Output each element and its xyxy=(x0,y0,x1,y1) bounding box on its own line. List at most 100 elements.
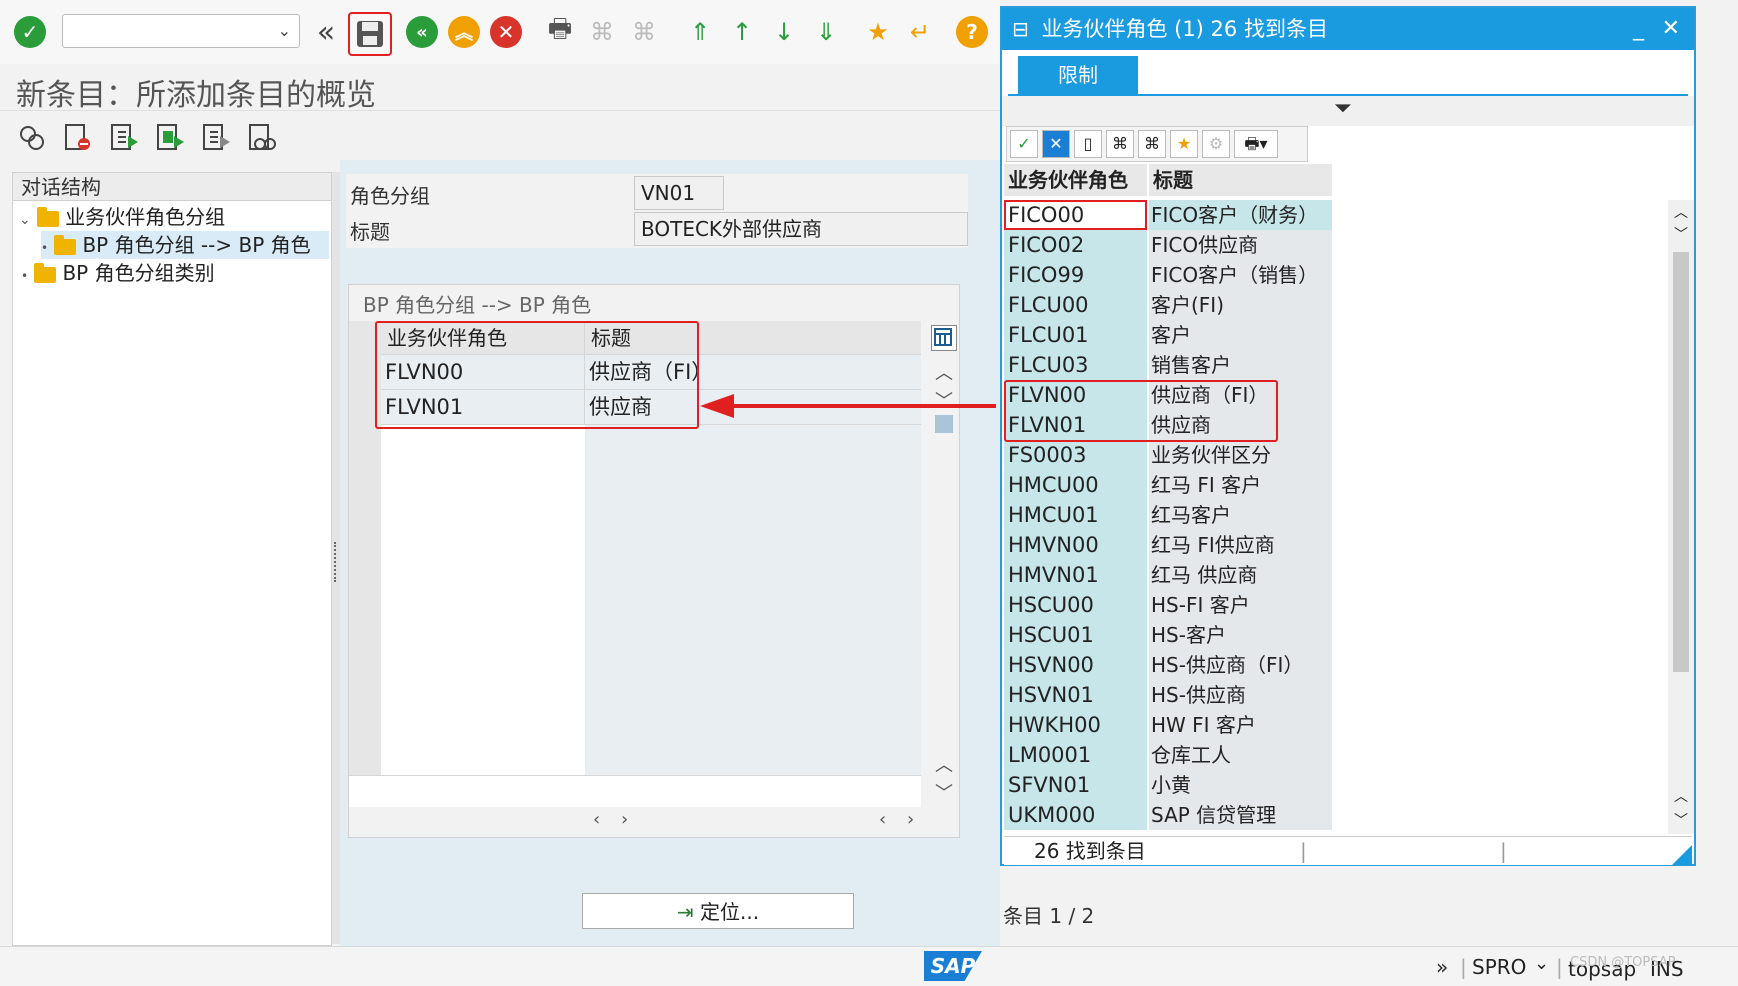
last-page-button[interactable]: ⇓ xyxy=(806,12,846,52)
row-selector[interactable] xyxy=(349,530,381,566)
new-page-icon[interactable]: ▯ xyxy=(1074,130,1102,158)
back-button[interactable]: « xyxy=(402,12,442,52)
row-selector[interactable] xyxy=(349,495,381,531)
title-cell[interactable]: 仓库工人 xyxy=(1149,740,1332,770)
role-cell[interactable] xyxy=(381,425,586,461)
role-cell[interactable]: FICO02 xyxy=(1004,230,1147,260)
cancel-button[interactable]: ✕ xyxy=(486,12,526,52)
list-item[interactable]: HSVN01 HS-供应商 xyxy=(1004,680,1332,710)
find-next-icon[interactable]: ⌘ xyxy=(1138,130,1166,158)
role-cell[interactable] xyxy=(381,705,586,741)
title-cell[interactable]: 红马 供应商 xyxy=(1149,560,1332,590)
expand-status-icon[interactable]: » xyxy=(1436,955,1448,979)
title-cell[interactable]: 红马 FI 客户 xyxy=(1149,470,1332,500)
role-cell[interactable] xyxy=(381,635,586,671)
row-selector[interactable] xyxy=(349,740,381,776)
print-button[interactable]: 🖶 xyxy=(540,12,580,52)
role-cell[interactable]: LM0001 xyxy=(1004,740,1147,770)
row-selector[interactable] xyxy=(349,565,381,601)
title-cell[interactable]: HS-供应商（FI） xyxy=(1149,650,1332,680)
exit-button[interactable]: ︽ xyxy=(444,12,484,52)
role-cell[interactable]: FLCU00 xyxy=(1004,290,1147,320)
role-cell[interactable]: FLCU03 xyxy=(1004,350,1147,380)
column-header-role[interactable]: 业务伙伴角色 xyxy=(1004,164,1147,196)
row-selector[interactable] xyxy=(349,670,381,706)
role-group-field[interactable]: VN01 xyxy=(634,176,724,210)
tree-item-role-group-to-role[interactable]: • BP 角色分组 --> BP 角色 xyxy=(41,231,329,259)
find-button[interactable]: ⌘ xyxy=(582,12,622,52)
role-cell[interactable] xyxy=(381,670,586,706)
list-item[interactable]: FS0003 业务伙伴区分 xyxy=(1004,440,1332,470)
chevron-down-icon[interactable]: ⌄ xyxy=(1534,953,1549,974)
tree-item-role-grouping-category[interactable]: • BP 角色分组类别 xyxy=(21,259,215,287)
copy-icon[interactable]: ✓ xyxy=(1010,130,1038,158)
list-item[interactable]: SFVN01 小黄 xyxy=(1004,770,1332,800)
list-item[interactable]: LM0001 仓库工人 xyxy=(1004,740,1332,770)
title-cell[interactable]: HS-FI 客户 xyxy=(1149,590,1332,620)
tree-item-role-grouping[interactable]: ⌄ 业务伙伴角色分组 xyxy=(19,203,225,231)
scroll-thumb[interactable] xyxy=(1673,252,1689,672)
row-selector[interactable] xyxy=(349,460,381,496)
role-cell[interactable]: HMCU00 xyxy=(1004,470,1147,500)
scroll-page-up-icon[interactable]: ︿ xyxy=(1674,786,1688,806)
row-selector[interactable] xyxy=(349,600,381,636)
scroll-down-icon[interactable]: ﹀ xyxy=(1674,224,1688,244)
new-session-button[interactable]: ★ xyxy=(858,12,898,52)
column-header-title[interactable]: 标题 xyxy=(1149,164,1332,196)
title-field[interactable]: BOTECK外部供应商 xyxy=(634,212,968,246)
scroll-up-icon[interactable]: ︿ xyxy=(1674,202,1688,222)
row-selector[interactable] xyxy=(349,705,381,741)
role-cell[interactable]: HSVN01 xyxy=(1004,680,1147,710)
chevron-down-icon[interactable]: ⌄ xyxy=(19,212,31,228)
delete-entry-icon[interactable] xyxy=(62,122,94,154)
title-cell[interactable]: FICO供应商 xyxy=(1149,230,1332,260)
role-cell[interactable] xyxy=(381,740,586,776)
role-cell[interactable]: HMVN01 xyxy=(1004,560,1147,590)
binoculars-icon[interactable]: ⌘ xyxy=(1106,130,1134,158)
enter-button[interactable]: ✓ xyxy=(10,12,50,52)
save-button[interactable] xyxy=(348,12,392,56)
role-cell[interactable] xyxy=(381,495,586,531)
previous-page-button[interactable]: ↑ xyxy=(722,12,762,52)
role-cell[interactable]: FICO99 xyxy=(1004,260,1147,290)
row-selector[interactable] xyxy=(349,425,381,461)
role-cell[interactable]: FICO00 xyxy=(1004,200,1147,230)
title-cell[interactable]: 销售客户 xyxy=(1149,350,1332,380)
list-item[interactable]: HSCU01 HS-客户 xyxy=(1004,620,1332,650)
list-item[interactable]: HMCU00 红马 FI 客户 xyxy=(1004,470,1332,500)
filter-funnel-icon[interactable]: ⏷ xyxy=(1334,96,1352,121)
row-selector[interactable] xyxy=(349,635,381,671)
print-menu-icon[interactable]: 🖶▾ xyxy=(1234,130,1278,158)
list-item[interactable]: HMCU01 红马客户 xyxy=(1004,500,1332,530)
display-change-icon[interactable] xyxy=(16,122,48,154)
cancel-icon[interactable]: ✕ xyxy=(1042,130,1070,158)
role-cell[interactable]: HWKH00 xyxy=(1004,710,1147,740)
first-page-button[interactable]: ⇑ xyxy=(680,12,720,52)
chevron-down-icon[interactable]: ⌄ xyxy=(278,21,291,40)
title-cell[interactable]: HW FI 客户 xyxy=(1149,710,1332,740)
print-field-icon[interactable] xyxy=(246,122,278,154)
shortcut-button[interactable]: ↵ xyxy=(900,12,940,52)
scroll-page-down-icon[interactable]: ﹀ xyxy=(1674,810,1688,830)
list-item[interactable]: HSVN00 HS-供应商（FI） xyxy=(1004,650,1332,680)
scroll-right-icon[interactable]: › xyxy=(907,809,914,830)
title-cell[interactable]: SAP 信贷管理 xyxy=(1149,800,1332,830)
settings-icon[interactable]: ⚙ xyxy=(1202,130,1230,158)
list-item[interactable]: FLCU01 客户 xyxy=(1004,320,1332,350)
role-cell[interactable]: FS0003 xyxy=(1004,440,1147,470)
close-icon[interactable]: ✕ xyxy=(1662,8,1680,50)
role-cell[interactable]: HSVN00 xyxy=(1004,650,1147,680)
list-item[interactable]: HMVN01 红马 供应商 xyxy=(1004,560,1332,590)
find-next-button[interactable]: ⌘ xyxy=(624,12,664,52)
role-cell[interactable] xyxy=(381,530,586,566)
scroll-up-icon[interactable]: ︿ xyxy=(935,359,953,385)
next-page-button[interactable]: ↓ xyxy=(764,12,804,52)
title-cell[interactable]: 红马客户 xyxy=(1149,500,1332,530)
select-all-icon[interactable] xyxy=(108,122,140,154)
scroll-page-up-icon[interactable]: ︿ xyxy=(935,751,953,777)
splitter-handle[interactable] xyxy=(332,172,340,944)
collapse-toolbar-button[interactable]: « xyxy=(306,12,346,52)
title-cell[interactable]: HS-客户 xyxy=(1149,620,1332,650)
select-block-icon[interactable] xyxy=(154,122,186,154)
minimize-icon[interactable]: _ xyxy=(1633,8,1644,50)
